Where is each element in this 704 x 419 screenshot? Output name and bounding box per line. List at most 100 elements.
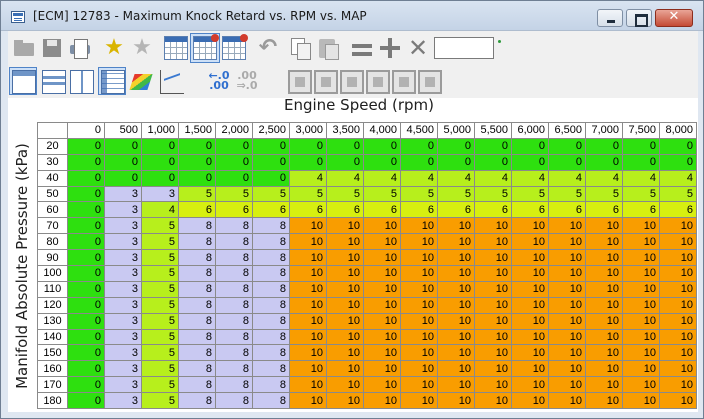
- table-cell[interactable]: 0: [67, 185, 105, 203]
- table-cell[interactable]: 8: [178, 217, 216, 235]
- table-cell[interactable]: 6: [178, 201, 216, 219]
- table-cell[interactable]: 6: [622, 201, 660, 219]
- table-cell[interactable]: 0: [67, 217, 105, 235]
- view-split-h-icon[interactable]: [42, 70, 66, 94]
- table-cell[interactable]: 0: [363, 153, 401, 171]
- table-cell[interactable]: 8: [178, 265, 216, 282]
- view-split-v-icon[interactable]: [70, 70, 94, 94]
- interpolate-v-icon[interactable]: [418, 70, 442, 94]
- table-cell[interactable]: 10: [326, 392, 364, 410]
- copy-icon[interactable]: [288, 36, 312, 60]
- table-cell[interactable]: 10: [363, 249, 401, 267]
- table-cell[interactable]: 3: [104, 360, 142, 378]
- table-cell[interactable]: 10: [659, 344, 697, 362]
- table-cell[interactable]: 5: [326, 185, 364, 203]
- fill-left-icon[interactable]: [314, 70, 338, 94]
- table-cell[interactable]: 10: [511, 296, 549, 314]
- table-cell[interactable]: 10: [474, 360, 512, 378]
- table-cell[interactable]: 0: [67, 328, 105, 346]
- add-icon[interactable]: [378, 36, 402, 60]
- table-cell[interactable]: 10: [363, 296, 401, 314]
- table-cell[interactable]: 8: [178, 344, 216, 362]
- table-cell[interactable]: 0: [400, 137, 438, 155]
- table-cell[interactable]: 10: [659, 392, 697, 410]
- table-cell[interactable]: 10: [474, 296, 512, 314]
- table-cell[interactable]: 8: [215, 360, 253, 378]
- table-cell[interactable]: 10: [585, 265, 623, 282]
- open-folder-icon[interactable]: [12, 36, 36, 60]
- table-cell[interactable]: 0: [67, 233, 105, 251]
- table-cell[interactable]: 8: [178, 392, 216, 410]
- table-cell[interactable]: 10: [585, 296, 623, 314]
- table-cell[interactable]: 10: [622, 392, 660, 410]
- table-cell[interactable]: 4: [474, 169, 512, 187]
- table-cell[interactable]: 3: [104, 376, 142, 394]
- table-cell[interactable]: 4: [437, 169, 475, 187]
- add-favorite-star-icon[interactable]: ★: [102, 36, 126, 60]
- table-cell[interactable]: 6: [585, 201, 623, 219]
- table-cell[interactable]: 10: [659, 360, 697, 378]
- column-header[interactable]: 1,500: [178, 122, 216, 139]
- column-header[interactable]: 3,500: [326, 122, 364, 139]
- view-line-chart-icon[interactable]: [160, 70, 184, 94]
- table-cell[interactable]: 10: [437, 376, 475, 394]
- row-header[interactable]: 120: [37, 296, 68, 314]
- table-cell[interactable]: 10: [326, 312, 364, 330]
- table-cell[interactable]: 8: [215, 296, 253, 314]
- row-header[interactable]: 170: [37, 376, 68, 394]
- table-cell[interactable]: 0: [104, 153, 142, 171]
- table-cell[interactable]: 10: [511, 280, 549, 298]
- view-table-icon[interactable]: [12, 70, 36, 94]
- table-cell[interactable]: 10: [474, 328, 512, 346]
- table-cell[interactable]: 10: [474, 217, 512, 235]
- table-cell[interactable]: 0: [474, 153, 512, 171]
- table-cell[interactable]: 10: [659, 233, 697, 251]
- table-cell[interactable]: 5: [141, 296, 179, 314]
- table-cell[interactable]: 10: [437, 249, 475, 267]
- table-cell[interactable]: 4: [511, 169, 549, 187]
- table-cell[interactable]: 0: [474, 137, 512, 155]
- table-cell[interactable]: 10: [326, 249, 364, 267]
- table-cell[interactable]: 6: [252, 201, 290, 219]
- column-header[interactable]: 2,500: [252, 122, 290, 139]
- table-cell[interactable]: 10: [548, 312, 586, 330]
- table-cell[interactable]: 8: [252, 344, 290, 362]
- table-cell[interactable]: 5: [141, 312, 179, 330]
- table-cell[interactable]: 0: [104, 137, 142, 155]
- table-cell[interactable]: 3: [104, 328, 142, 346]
- row-header[interactable]: 150: [37, 344, 68, 362]
- table-cell[interactable]: 8: [252, 249, 290, 267]
- table-cell[interactable]: 0: [659, 137, 697, 155]
- table-cell[interactable]: 0: [437, 153, 475, 171]
- table-cell[interactable]: 10: [437, 280, 475, 298]
- table-cell[interactable]: 10: [585, 376, 623, 394]
- table-cell[interactable]: 10: [326, 233, 364, 251]
- table-cell[interactable]: 10: [289, 376, 327, 394]
- table-cell[interactable]: 0: [511, 137, 549, 155]
- table-cell[interactable]: 5: [141, 360, 179, 378]
- table-cell[interactable]: 10: [548, 280, 586, 298]
- table-cell[interactable]: 0: [252, 169, 290, 187]
- table-cell[interactable]: 10: [363, 360, 401, 378]
- table-cell[interactable]: 0: [622, 153, 660, 171]
- column-header[interactable]: 8,000: [659, 122, 697, 139]
- table-cell[interactable]: 8: [215, 280, 253, 298]
- table-cell[interactable]: 10: [437, 233, 475, 251]
- table-cell[interactable]: 10: [548, 344, 586, 362]
- table-cell[interactable]: 5: [178, 185, 216, 203]
- table-cell[interactable]: 4: [400, 169, 438, 187]
- table-cell[interactable]: 0: [141, 137, 179, 155]
- table-cell[interactable]: 3: [104, 217, 142, 235]
- table-cell[interactable]: 10: [548, 233, 586, 251]
- table-cell[interactable]: 0: [141, 153, 179, 171]
- table-cell[interactable]: 10: [400, 233, 438, 251]
- table-cell[interactable]: 6: [437, 201, 475, 219]
- table-cell[interactable]: 10: [400, 296, 438, 314]
- table-cell[interactable]: 8: [178, 328, 216, 346]
- table-cell[interactable]: 10: [289, 233, 327, 251]
- column-header[interactable]: 0: [67, 122, 105, 139]
- view-grid-icon[interactable]: [101, 70, 125, 94]
- table-cell[interactable]: 10: [289, 328, 327, 346]
- undo-icon[interactable]: ↶: [256, 36, 280, 60]
- table-cell[interactable]: 3: [104, 344, 142, 362]
